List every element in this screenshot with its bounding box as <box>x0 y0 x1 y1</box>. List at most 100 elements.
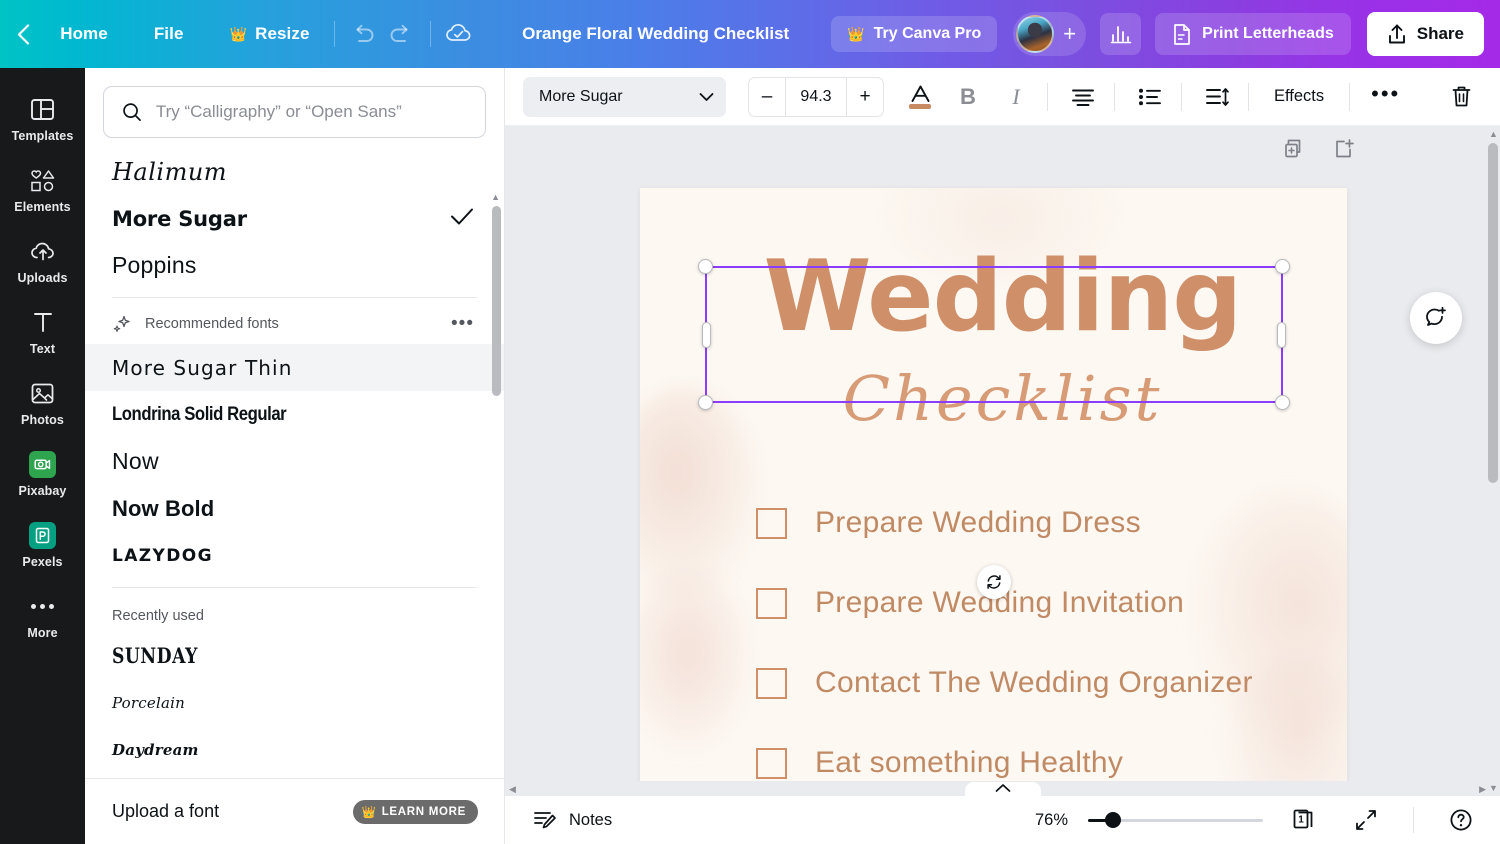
checklist-item[interactable]: Eat something Healthy <box>756 746 1307 780</box>
scroll-up-arrow[interactable]: ▲ <box>491 192 500 202</box>
font-size-decrease-button[interactable]: – <box>749 78 785 116</box>
add-comment-button[interactable] <box>1410 292 1462 344</box>
checklist-item[interactable]: Prepare Wedding Invitation <box>756 586 1307 620</box>
spacing-button[interactable] <box>1195 76 1239 118</box>
font-name: Now Bold <box>112 495 215 521</box>
resize-handle-top-right[interactable] <box>1275 259 1290 274</box>
trash-icon <box>1452 86 1470 107</box>
undo-button[interactable] <box>344 15 382 53</box>
italic-button[interactable]: I <box>994 76 1038 118</box>
font-option-daydream[interactable]: Daydream <box>85 726 504 773</box>
font-size-input[interactable]: 94.3 <box>785 77 847 116</box>
rotate-handle-icon[interactable] <box>977 565 1011 599</box>
home-button[interactable]: Home <box>46 16 122 52</box>
more-options-button[interactable]: ••• <box>1359 82 1412 108</box>
collaborators[interactable]: + <box>1013 12 1087 56</box>
pages-button[interactable]: 1 <box>1283 800 1325 840</box>
checklist-item[interactable]: Prepare Wedding Dress <box>756 506 1307 540</box>
delete-button[interactable] <box>1438 75 1484 119</box>
sidebar-item-templates[interactable]: Templates <box>0 82 85 153</box>
sidebar-item-label: More <box>27 626 58 640</box>
resize-button[interactable]: 👑 Resize <box>216 16 324 52</box>
canvas-stage[interactable]: Wedding Checklist Prepare Wedding Dress … <box>505 126 1500 796</box>
sidebar-item-pexels[interactable]: Pexels <box>0 508 85 579</box>
bold-label: B <box>960 83 976 109</box>
font-option-now-bold[interactable]: Now Bold <box>85 485 504 532</box>
font-option-sunday[interactable]: SUNDAY <box>85 632 504 679</box>
sidebar-item-more[interactable]: More <box>0 579 85 650</box>
plus-icon[interactable]: + <box>1063 23 1076 45</box>
search-icon <box>123 103 141 121</box>
crown-icon: 👑 <box>229 26 248 42</box>
learn-more-button[interactable]: 👑 LEARN MORE <box>352 799 478 824</box>
checkbox-icon[interactable] <box>756 587 787 619</box>
font-option-halimum[interactable]: Halimum <box>85 148 504 195</box>
text-selection-box[interactable] <box>698 259 1290 599</box>
try-canva-pro-button[interactable]: 👑 Try Canva Pro <box>831 16 998 52</box>
resize-handle-bottom-left[interactable] <box>698 395 713 410</box>
scroll-down-arrow[interactable]: ▼ <box>1489 783 1498 793</box>
fullscreen-button[interactable] <box>1345 800 1387 840</box>
duplicate-page-icon[interactable] <box>1283 138 1305 165</box>
font-option-more-sugar[interactable]: More Sugar <box>85 195 504 242</box>
checkbox-icon[interactable] <box>756 667 787 699</box>
checklist-item[interactable]: Contact The Wedding Organizer <box>756 666 1307 700</box>
checkbox-icon[interactable] <box>756 507 787 539</box>
checkbox-icon[interactable] <box>756 747 787 779</box>
search-box[interactable] <box>103 86 486 138</box>
scroll-left-arrow[interactable]: ◀ <box>509 784 516 795</box>
text-color-button[interactable] <box>898 76 942 118</box>
add-page-icon[interactable] <box>1333 138 1355 165</box>
insights-button[interactable] <box>1100 13 1142 55</box>
resize-handle-middle-right[interactable] <box>1277 321 1286 348</box>
font-option-londrina-solid-regular[interactable]: Londrina Solid Regular <box>85 391 504 438</box>
collapse-panel-button[interactable] <box>964 782 1041 804</box>
scroll-up-arrow[interactable]: ▲ <box>1489 129 1498 139</box>
font-option-poppins[interactable]: Poppins <box>85 242 504 289</box>
font-size-increase-button[interactable]: + <box>847 78 883 116</box>
zoom-slider-knob[interactable] <box>1104 812 1121 828</box>
file-menu[interactable]: File <box>140 16 198 52</box>
effects-button[interactable]: Effects <box>1258 78 1340 115</box>
vertical-scroll-thumb[interactable] <box>1488 143 1498 483</box>
font-option-porcelain[interactable]: Porcelain <box>85 679 504 726</box>
sidebar-item-pixabay[interactable]: Pixabay <box>0 437 85 508</box>
redo-button[interactable] <box>382 15 420 53</box>
align-button[interactable] <box>1061 76 1105 118</box>
pages-icon: 1 <box>1293 809 1313 829</box>
sidebar-item-photos[interactable]: Photos <box>0 366 85 437</box>
zoom-slider[interactable] <box>1088 812 1263 828</box>
panel-scrollbar-thumb[interactable] <box>492 206 501 396</box>
cloud-save-status[interactable] <box>441 15 479 53</box>
resize-handle-middle-left[interactable] <box>702 321 711 348</box>
sparkle-icon <box>113 315 130 332</box>
share-button[interactable]: Share <box>1366 12 1484 56</box>
bold-button[interactable]: B <box>946 76 990 118</box>
divider <box>1114 82 1115 111</box>
resize-handle-bottom-right[interactable] <box>1275 395 1290 410</box>
scroll-right-arrow[interactable]: ▶ <box>1479 784 1486 795</box>
notes-button[interactable]: Notes <box>523 803 622 837</box>
font-option-more-sugar-thin[interactable]: More Sugar Thin <box>85 344 504 391</box>
resize-handle-top-left[interactable] <box>698 259 713 274</box>
text-toolbar: More Sugar – 94.3 + B I Effects ••• <box>505 68 1500 126</box>
font-option-lazydog[interactable]: LAZYDOG <box>85 532 504 579</box>
sidebar-item-text[interactable]: Text <box>0 295 85 366</box>
sidebar-item-uploads[interactable]: Uploads <box>0 224 85 295</box>
font-option-now[interactable]: Now <box>85 438 504 485</box>
page-tools <box>1283 138 1355 165</box>
help-button[interactable] <box>1440 800 1482 840</box>
print-letterheads-button[interactable]: Print Letterheads <box>1155 13 1351 55</box>
redo-icon <box>390 24 408 42</box>
design-title[interactable]: Orange Floral Wedding Checklist <box>510 16 801 52</box>
sidebar-item-elements[interactable]: Elements <box>0 153 85 224</box>
back-button[interactable] <box>0 23 46 45</box>
ellipsis-icon[interactable]: ••• <box>451 314 474 334</box>
notes-pencil-icon <box>534 812 556 829</box>
search-input[interactable] <box>155 102 467 122</box>
canvas-vertical-scrollbar[interactable]: ▲ ▼ <box>1485 126 1500 796</box>
font-family-selector[interactable]: More Sugar <box>523 76 726 117</box>
font-list-scroll[interactable]: Halimum More Sugar Poppins Recommended f… <box>85 148 504 778</box>
upload-a-font-button[interactable]: Upload a font <box>112 801 219 822</box>
bullet-list-button[interactable] <box>1128 76 1172 118</box>
